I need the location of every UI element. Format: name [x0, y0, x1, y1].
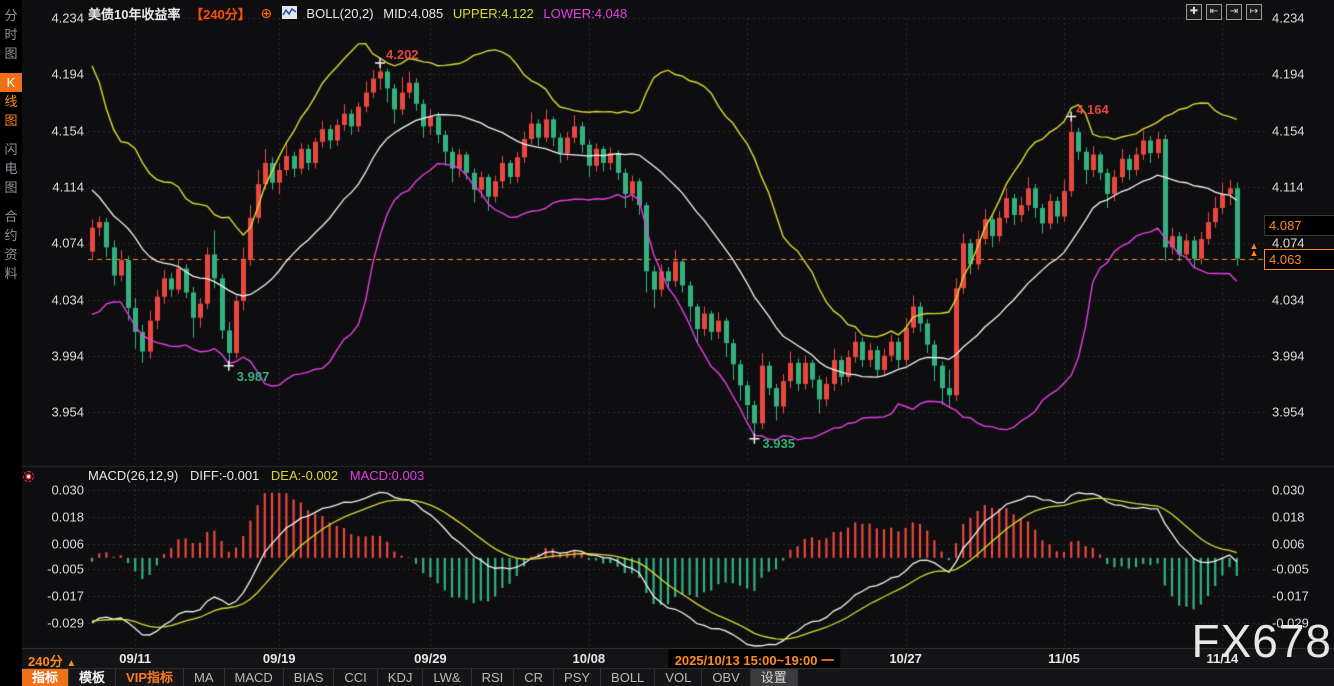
- toolbar-item-VOL[interactable]: VOL: [655, 669, 702, 686]
- scale-left-icon[interactable]: ⇤: [1206, 4, 1222, 20]
- price-axis-label-right: 3.954: [1272, 405, 1332, 420]
- chart-canvas[interactable]: [0, 0, 1334, 686]
- date-tick-label: 10/27: [889, 651, 922, 666]
- macd-axis-label-left: -0.017: [18, 589, 84, 604]
- sidebar-item-3[interactable]: 合约资料: [0, 207, 22, 283]
- instrument-title: 美债10年收益率: [88, 7, 180, 22]
- macd-axis-label-right: 0.018: [1272, 510, 1332, 525]
- macd-dea-value: DEA:-0.002: [271, 468, 338, 483]
- date-tick-label: 11/05: [1048, 651, 1080, 666]
- price-axis-box: 4.063: [1264, 249, 1334, 270]
- toolbar-item-MA[interactable]: MA: [184, 669, 225, 686]
- period-tag: 【240分】: [190, 7, 251, 22]
- macd-axis-label-left: 0.018: [18, 510, 84, 525]
- price-axis-label-left: 4.034: [18, 292, 84, 307]
- macd-axis-label-left: -0.005: [18, 562, 84, 577]
- price-axis-label-right: 4.114: [1272, 179, 1332, 194]
- price-axis-label-left: 4.234: [18, 11, 84, 26]
- toolbar-item-LW&[interactable]: LW&: [423, 669, 471, 686]
- toolbar-item-OBV[interactable]: OBV: [702, 669, 750, 686]
- price-axis-label-left: 4.074: [18, 236, 84, 251]
- date-tick-label: 09/19: [263, 651, 296, 666]
- toolbar-item-CCI[interactable]: CCI: [334, 669, 377, 686]
- price-axis-label-left: 4.194: [18, 67, 84, 82]
- sidebar-item-2[interactable]: 闪电图: [0, 140, 22, 197]
- toolbar-item-MACD[interactable]: MACD: [225, 669, 284, 686]
- boll-lower-value: LOWER:4.048: [543, 6, 627, 21]
- macd-pane-icon[interactable]: [23, 471, 34, 482]
- toolbar-item-设置[interactable]: 设置: [751, 669, 798, 686]
- sidebar-item-1[interactable]: K线图: [0, 73, 22, 130]
- chart-header: 美债10年收益率 【240分】 ⊕ BOLL(20,2) MID:4.085 U…: [88, 4, 633, 20]
- price-axis-label-right: 3.994: [1272, 348, 1332, 363]
- toolbar-item-BOLL[interactable]: BOLL: [601, 669, 655, 686]
- current-price-arrow-icon: ▲▲: [1248, 243, 1260, 257]
- toolbar-item-VIP指标[interactable]: VIP指标: [116, 669, 184, 686]
- scale-right-icon[interactable]: ⇥: [1226, 4, 1242, 20]
- toolbar-item-BIAS[interactable]: BIAS: [284, 669, 335, 686]
- macd-axis-label-left: 0.006: [18, 537, 84, 552]
- date-tick-label: 10/08: [573, 651, 606, 666]
- price-axis-box: 4.087: [1264, 215, 1334, 236]
- price-axis-label-left: 4.114: [18, 179, 84, 194]
- macd-diff-value: DIFF:-0.001: [190, 468, 259, 483]
- macd-axis-label-right: -0.005: [1272, 562, 1332, 577]
- go-latest-icon[interactable]: ↦: [1246, 4, 1262, 20]
- price-axis-label-right: 4.234: [1272, 11, 1332, 26]
- macd-axis-label-right: 0.006: [1272, 537, 1332, 552]
- chart-application: 分时图 K线图闪电图合约资料 美债10年收益率 【240分】 ⊕ BOLL(20,…: [0, 0, 1334, 686]
- macd-axis-label-right: -0.017: [1272, 589, 1332, 604]
- boll-upper-value: UPPER:4.122: [453, 6, 534, 21]
- indicator-toolbar: 指标模板VIP指标MAMACDBIASCCIKDJLW&RSICRPSYBOLL…: [22, 668, 1334, 686]
- pan-icon[interactable]: ✚: [1186, 4, 1202, 20]
- macd-axis-label-left: 0.030: [18, 483, 84, 498]
- toolbar-item-KDJ[interactable]: KDJ: [378, 669, 424, 686]
- macd-value: MACD:0.003: [350, 468, 424, 483]
- toolbar-item-PSY[interactable]: PSY: [554, 669, 601, 686]
- macd-axis-label-right: 0.030: [1272, 483, 1332, 498]
- macd-axis-label-right: -0.029: [1272, 616, 1332, 631]
- price-axis-label-left: 3.954: [18, 405, 84, 420]
- window-controls: ✚⇤⇥↦: [1186, 4, 1262, 20]
- date-tick-label: 09/29: [414, 651, 447, 666]
- macd-params-label: MACD(26,12,9): [88, 468, 178, 483]
- toolbar-item-指标[interactable]: 指标: [22, 669, 69, 686]
- xaxis-row: 240分 ▲ 09/1109/1909/2910/0810/2711/0511/…: [22, 648, 1334, 668]
- price-axis-label-right: 4.034: [1272, 292, 1332, 307]
- boll-mid-value: MID:4.085: [383, 6, 443, 21]
- macd-header: MACD(26,12,9) DIFF:-0.001 DEA:-0.002 MAC…: [88, 468, 432, 483]
- period-selector-label: 240分: [28, 654, 63, 669]
- date-tick-label: 11/14: [1206, 651, 1238, 666]
- price-axis-label-right: 4.154: [1272, 123, 1332, 138]
- toolbar-item-模板[interactable]: 模板: [69, 669, 116, 686]
- boll-label: BOLL(20,2): [306, 6, 373, 21]
- crosshair-date-tooltip: 2025/10/13 15:00~19:00 一: [669, 649, 840, 670]
- price-axis-label-left: 3.994: [18, 348, 84, 363]
- macd-axis-label-left: -0.029: [18, 616, 84, 631]
- price-axis-label-right: 4.194: [1272, 67, 1332, 82]
- chart-type-icon[interactable]: [282, 6, 297, 22]
- add-indicator-icon[interactable]: ⊕: [260, 5, 272, 21]
- toolbar-item-CR[interactable]: CR: [514, 669, 554, 686]
- sidebar-item-0[interactable]: 分时图: [0, 6, 22, 63]
- sidebar: 分时图 K线图闪电图合约资料: [0, 0, 22, 686]
- date-tick-label: 09/11: [119, 651, 151, 666]
- toolbar-item-RSI[interactable]: RSI: [472, 669, 515, 686]
- price-axis-label-left: 4.154: [18, 123, 84, 138]
